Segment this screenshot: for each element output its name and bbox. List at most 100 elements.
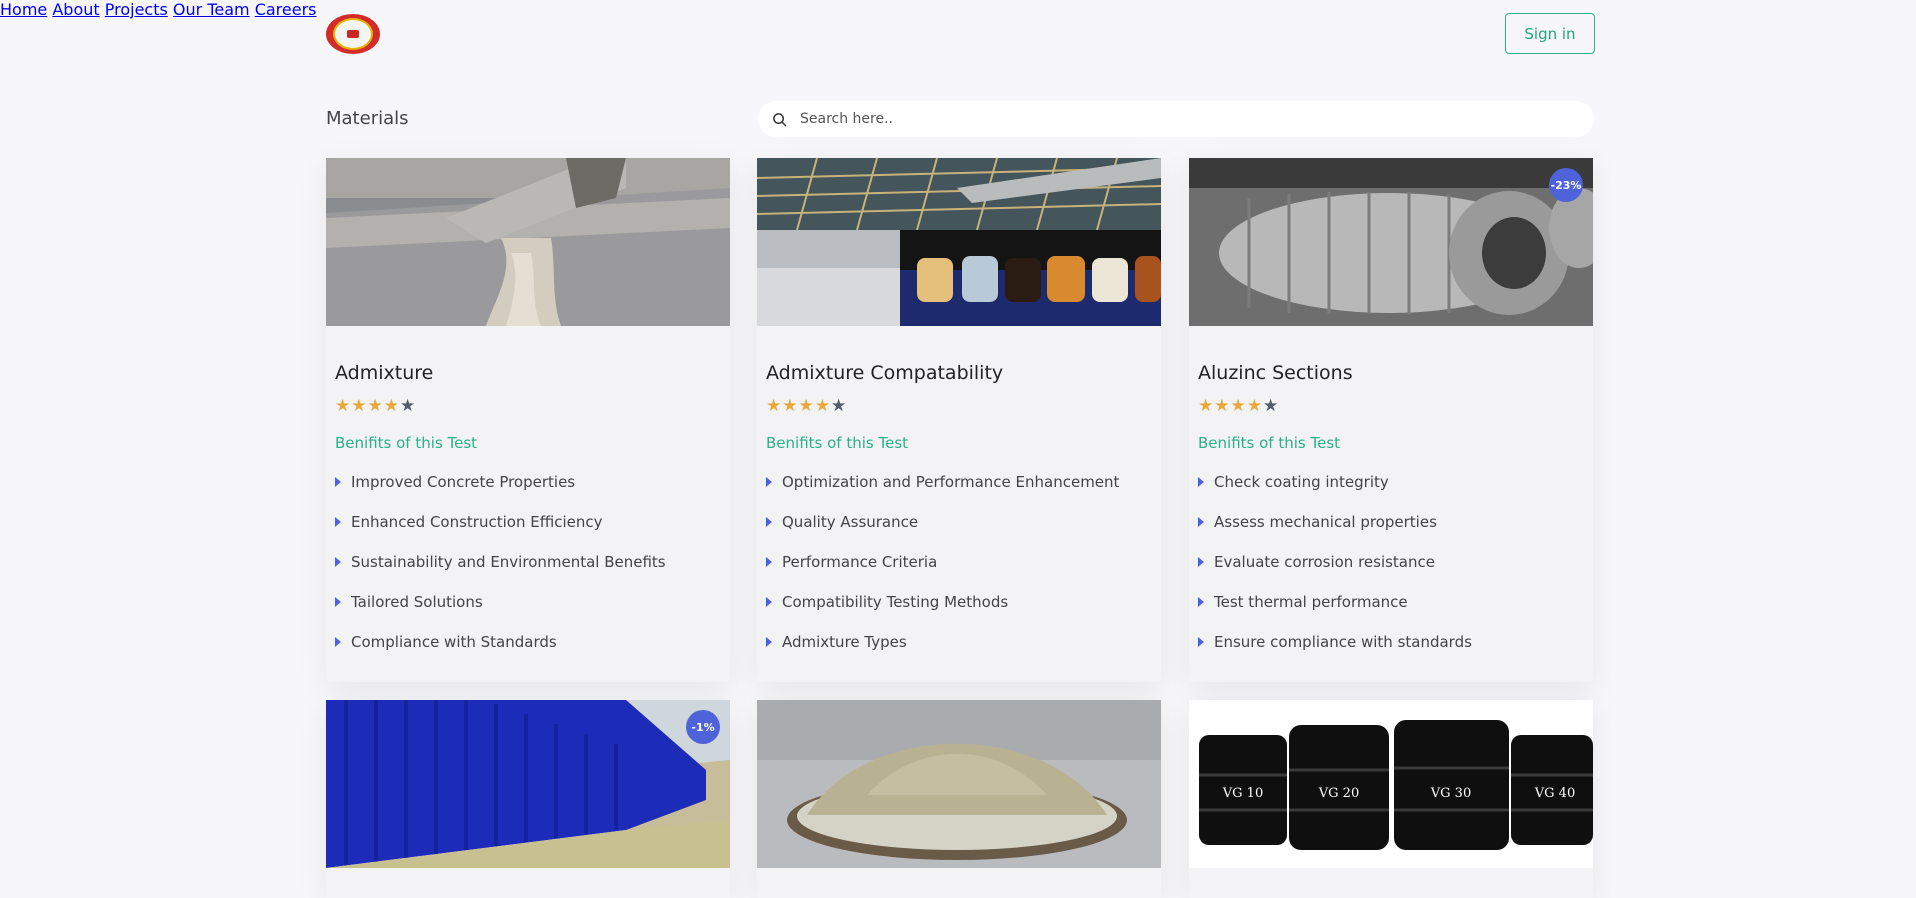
material-card[interactable]: Admixture ★★★★★ Benifits of this Test Im… — [326, 158, 730, 682]
benefits-heading: Benifits of this Test — [335, 434, 478, 452]
caret-right-icon — [766, 557, 772, 567]
card-image-blue-sheeting: -1% — [326, 700, 730, 868]
card-image-powder-dish — [757, 700, 1161, 868]
list-item: Evaluate corrosion resistance — [1198, 552, 1472, 592]
list-item-label: Sustainability and Environmental Benefit… — [351, 553, 666, 571]
list-item: Performance Criteria — [766, 552, 1119, 592]
main-nav: Home About Projects Our Team Careers — [0, 0, 1916, 19]
star-empty-icon: ★ — [1263, 396, 1280, 416]
list-item: Check coating integrity — [1198, 472, 1472, 512]
caret-right-icon — [335, 477, 341, 487]
caret-right-icon — [766, 517, 772, 527]
list-item-label: Improved Concrete Properties — [351, 473, 576, 491]
star-empty-icon: ★ — [831, 396, 848, 416]
star-filled-icon: ★ — [782, 396, 799, 416]
caret-right-icon — [335, 517, 341, 527]
drum-label: VG 40 — [1534, 786, 1575, 801]
nav-projects[interactable]: Projects — [105, 0, 168, 19]
nav-about[interactable]: About — [52, 0, 99, 19]
card-image-admixture-samples — [757, 158, 1161, 326]
logo-mark — [347, 30, 359, 38]
list-item-label: Test thermal performance — [1214, 593, 1408, 611]
list-item-label: Compatibility Testing Methods — [782, 593, 1009, 611]
list-item-label: Check coating integrity — [1214, 473, 1389, 491]
list-item: Test thermal performance — [1198, 592, 1472, 632]
list-item: Compatibility Testing Methods — [766, 592, 1119, 632]
caret-right-icon — [1198, 637, 1204, 647]
search-icon — [773, 113, 787, 127]
logo-emblem — [333, 18, 373, 50]
nav-home[interactable]: Home — [0, 0, 47, 19]
rating-stars: ★★★★★ — [335, 396, 416, 416]
material-card[interactable] — [757, 700, 1161, 898]
card-title[interactable]: Aluzinc Sections — [1198, 362, 1353, 384]
star-filled-icon: ★ — [1230, 396, 1247, 416]
material-card[interactable]: -1% — [326, 700, 730, 898]
caret-right-icon — [1198, 477, 1204, 487]
search-input[interactable] — [800, 101, 1580, 137]
star-filled-icon: ★ — [383, 396, 400, 416]
material-card[interactable]: VG 10 VG 20 VG 30 VG 40 — [1189, 700, 1593, 898]
card-title[interactable]: Admixture — [335, 362, 433, 384]
star-filled-icon: ★ — [1214, 396, 1231, 416]
list-item: Quality Assurance — [766, 512, 1119, 552]
list-item: Compliance with Standards — [335, 632, 666, 672]
list-item-label: Optimization and Performance Enhancement — [782, 473, 1120, 491]
list-item-label: Assess mechanical properties — [1214, 513, 1437, 531]
list-item: Sustainability and Environmental Benefit… — [335, 552, 666, 592]
star-filled-icon: ★ — [798, 396, 815, 416]
signin-button[interactable]: Sign in — [1505, 13, 1595, 54]
list-item-label: Admixture Types — [782, 633, 907, 651]
card-image-bitumen-drums: VG 10 VG 20 VG 30 VG 40 — [1189, 700, 1593, 868]
benefits-list: Optimization and Performance Enhancement… — [766, 472, 1119, 672]
star-filled-icon: ★ — [814, 396, 831, 416]
caret-right-icon — [766, 477, 772, 487]
list-item: Assess mechanical properties — [1198, 512, 1472, 552]
company-logo[interactable] — [326, 14, 380, 54]
card-image-concrete-pour — [326, 158, 730, 326]
benefits-list: Check coating integrity Assess mechanica… — [1198, 472, 1472, 672]
benefits-list: Improved Concrete Properties Enhanced Co… — [335, 472, 666, 672]
caret-right-icon — [335, 637, 341, 647]
benefits-heading: Benifits of this Test — [766, 434, 909, 452]
list-item-label: Tailored Solutions — [351, 593, 483, 611]
rating-stars: ★★★★★ — [766, 396, 847, 416]
rating-stars: ★★★★★ — [1198, 396, 1279, 416]
search-bar — [758, 101, 1594, 137]
caret-right-icon — [1198, 517, 1204, 527]
caret-right-icon — [1198, 597, 1204, 607]
list-item-label: Enhanced Construction Efficiency — [351, 513, 603, 531]
caret-right-icon — [766, 597, 772, 607]
list-item: Tailored Solutions — [335, 592, 666, 632]
card-title[interactable]: Admixture Compatability — [766, 362, 1003, 384]
star-empty-icon: ★ — [400, 396, 417, 416]
nav-careers[interactable]: Careers — [255, 0, 317, 19]
discount-badge: -23% — [1549, 168, 1583, 202]
list-item-label: Compliance with Standards — [351, 633, 557, 651]
list-item: Admixture Types — [766, 632, 1119, 672]
nav-our-team[interactable]: Our Team — [173, 0, 250, 19]
caret-right-icon — [1198, 557, 1204, 567]
list-item: Optimization and Performance Enhancement — [766, 472, 1119, 512]
caret-right-icon — [766, 637, 772, 647]
star-filled-icon: ★ — [335, 396, 352, 416]
material-card[interactable]: Admixture Compatability ★★★★★ Benifits o… — [757, 158, 1161, 682]
card-image-steel-coils: -23% — [1189, 158, 1593, 326]
caret-right-icon — [335, 557, 341, 567]
section-title: Materials — [326, 108, 409, 129]
star-filled-icon: ★ — [367, 396, 384, 416]
drum-label: VG 30 — [1430, 786, 1471, 801]
list-item: Ensure compliance with standards — [1198, 632, 1472, 672]
caret-right-icon — [335, 597, 341, 607]
drum-label: VG 20 — [1318, 786, 1359, 801]
discount-badge: -1% — [686, 710, 720, 744]
star-filled-icon: ★ — [766, 396, 783, 416]
list-item-label: Quality Assurance — [782, 513, 919, 531]
star-filled-icon: ★ — [1246, 396, 1263, 416]
list-item-label: Ensure compliance with standards — [1214, 633, 1472, 651]
star-filled-icon: ★ — [1198, 396, 1215, 416]
material-card[interactable]: -23% Aluzinc Sections ★★★★★ Benifits of … — [1189, 158, 1593, 682]
list-item-label: Performance Criteria — [782, 553, 938, 571]
star-filled-icon: ★ — [351, 396, 368, 416]
benefits-heading: Benifits of this Test — [1198, 434, 1341, 452]
